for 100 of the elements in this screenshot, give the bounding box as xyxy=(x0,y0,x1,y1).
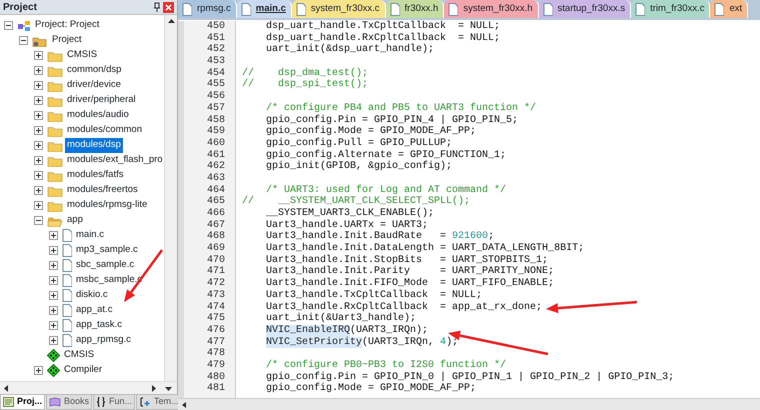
tree-item[interactable]: app_at.c xyxy=(74,303,114,318)
code-text: uart_init(&dsp_uart_handle); xyxy=(266,44,434,56)
collapse-toggle[interactable] xyxy=(19,36,28,45)
folder-icon xyxy=(47,184,63,196)
tree-item[interactable]: CMSIS xyxy=(62,348,96,363)
line-number: 462 xyxy=(206,161,226,173)
code-text: ); xyxy=(446,336,458,348)
expand-toggle[interactable] xyxy=(34,81,43,90)
tree-item[interactable]: CMSIS xyxy=(65,48,100,63)
code-text: Uart3_handle.UARTx = UART3; xyxy=(266,220,428,231)
horizontal-scrollbar[interactable] xyxy=(0,381,177,394)
tree-item[interactable]: app xyxy=(65,213,85,228)
panel-tab[interactable]: Books xyxy=(46,395,92,410)
file-tab[interactable]: system_fr30xx.c xyxy=(292,0,386,18)
folder-icon xyxy=(47,64,63,76)
file-icon xyxy=(62,259,72,272)
tree-item[interactable]: modules/audio xyxy=(65,108,131,123)
line-number: 479 xyxy=(206,360,226,372)
code-text: Uart3_handle.Init.FIFO_Mode = UART_FIFO_ENABLE; xyxy=(266,278,554,290)
expand-toggle[interactable] xyxy=(49,291,58,300)
expand-toggle[interactable] xyxy=(49,336,58,345)
expand-toggle[interactable] xyxy=(49,261,58,270)
horizontal-scrollbar[interactable] xyxy=(178,398,760,410)
expand-toggle[interactable] xyxy=(34,171,43,180)
file-tab[interactable]: startup_fr30xx.s xyxy=(538,0,632,18)
tree-item[interactable]: Project: Project xyxy=(33,18,102,33)
expand-toggle[interactable] xyxy=(49,306,58,315)
tree-item[interactable]: diskio.c xyxy=(74,288,110,303)
file-tab[interactable]: fr30xx.h xyxy=(386,0,444,18)
code-text: Uart3_handle.Init.StopBits = UART_STOPBITS_1; xyxy=(266,254,548,266)
vertical-scrollbar[interactable] xyxy=(164,15,177,381)
tree-item[interactable]: Project xyxy=(50,33,84,48)
tree-item[interactable]: modules/ext_flash_pro xyxy=(65,153,164,168)
line-number: 481 xyxy=(206,383,226,395)
code-text: dsp_uart_handle.TxCpltCallback = NULL; xyxy=(266,21,500,32)
code-text: Uart3_handle.Init.BaudRate = xyxy=(266,231,448,242)
code-text: Uart3_handle.TxCpltCallback = NULL; xyxy=(266,290,482,302)
code-text: ; xyxy=(488,231,494,243)
tree-item[interactable]: Compiler xyxy=(62,363,104,378)
line-number: 455 xyxy=(206,79,226,91)
expand-toggle[interactable] xyxy=(49,231,58,240)
tree-item[interactable]: main.c xyxy=(74,228,106,243)
file-tab[interactable]: rpmsg.c xyxy=(178,0,237,18)
expand-toggle[interactable] xyxy=(34,366,43,375)
file-tab[interactable]: trim_fr30xx.c xyxy=(631,0,710,18)
expand-toggle[interactable] xyxy=(34,186,43,195)
expand-toggle[interactable] xyxy=(34,66,43,75)
panel-tab[interactable]: Fun... xyxy=(93,395,136,410)
tree-item[interactable]: common/dsp xyxy=(65,63,124,78)
tree-item[interactable]: modules/fatfs xyxy=(65,168,126,183)
tree-item[interactable]: sbc_sample.c xyxy=(74,258,136,273)
expand-toggle[interactable] xyxy=(34,96,43,105)
file-icon xyxy=(62,229,72,242)
folder-icon xyxy=(47,124,63,136)
tree-item[interactable]: app_task.c xyxy=(74,318,124,333)
tree-item[interactable]: modules/freertos xyxy=(65,183,140,198)
expand-toggle[interactable] xyxy=(34,51,43,60)
file-tab[interactable]: ext xyxy=(710,0,748,18)
code-text: gpio_config.Pull = GPIO_PULLUP; xyxy=(266,138,452,150)
code-text: gpio_config.Pin = GPIO_PIN_0 | GPIO_PIN_1 | GPIO_PIN_2 | GPIO_PIN_3; xyxy=(266,372,674,383)
tree-item[interactable]: driver/peripheral xyxy=(65,93,138,108)
file-tab[interactable]: main.c xyxy=(236,0,292,18)
file-icon xyxy=(62,334,72,347)
line-number: 465 xyxy=(206,196,226,208)
file-icon xyxy=(542,2,553,16)
line-number: 470 xyxy=(206,254,226,266)
expand-toggle[interactable] xyxy=(49,321,58,330)
expand-toggle[interactable] xyxy=(49,246,58,255)
line-number: 461 xyxy=(206,150,226,161)
file-icon xyxy=(62,304,72,317)
line-number: 477 xyxy=(206,336,226,348)
file-tab[interactable]: system_fr30xx.h xyxy=(444,0,539,18)
panel-tab[interactable]: Proj... xyxy=(0,395,46,410)
expand-toggle[interactable] xyxy=(34,156,43,165)
line-number: 460 xyxy=(206,138,226,150)
expand-toggle[interactable] xyxy=(34,111,43,120)
expand-toggle[interactable] xyxy=(34,201,43,210)
line-number: 468 xyxy=(206,231,226,243)
tree-item[interactable]: modules/dsp xyxy=(65,138,123,153)
line-number: 469 xyxy=(206,243,226,255)
line-number: 459 xyxy=(206,126,226,138)
folder-icon xyxy=(47,94,63,106)
tree-item[interactable]: app_rpmsg.c xyxy=(74,333,133,348)
line-number: 466 xyxy=(206,208,226,220)
code-comment: // dsp_dma_test(); xyxy=(242,68,368,79)
tree-item[interactable]: modules/common xyxy=(65,123,144,138)
tree-item[interactable]: driver/device xyxy=(65,78,123,93)
tree-item[interactable]: modules/rpmsg-lite xyxy=(65,198,150,213)
line-number: 475 xyxy=(206,313,226,325)
collapse-toggle[interactable] xyxy=(4,21,13,30)
tree-item[interactable]: mp3_sample.c xyxy=(74,243,140,258)
expand-toggle[interactable] xyxy=(34,126,43,135)
collapse-toggle[interactable] xyxy=(34,216,43,225)
close-button[interactable] xyxy=(163,2,174,12)
line-number: 457 xyxy=(206,102,226,114)
code-text: Uart3_handle.RxCpltCallback = app_at_rx_done; xyxy=(266,302,542,312)
expand-toggle[interactable] xyxy=(34,141,43,150)
expand-toggle[interactable] xyxy=(49,276,58,285)
line-number: 452 xyxy=(206,44,226,56)
folder-icon xyxy=(47,80,63,92)
